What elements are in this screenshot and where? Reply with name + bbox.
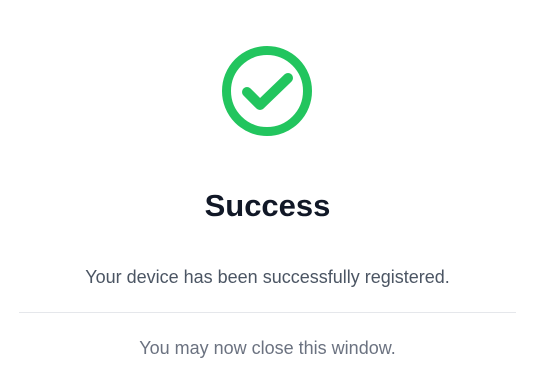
success-title: Success — [204, 188, 331, 223]
success-message: Your device has been successfully regist… — [85, 267, 450, 287]
divider — [19, 312, 516, 313]
close-window-note: You may now close this window. — [139, 338, 396, 358]
check-circle-icon — [220, 44, 314, 138]
success-page: Success Your device has been successfull… — [0, 0, 535, 392]
